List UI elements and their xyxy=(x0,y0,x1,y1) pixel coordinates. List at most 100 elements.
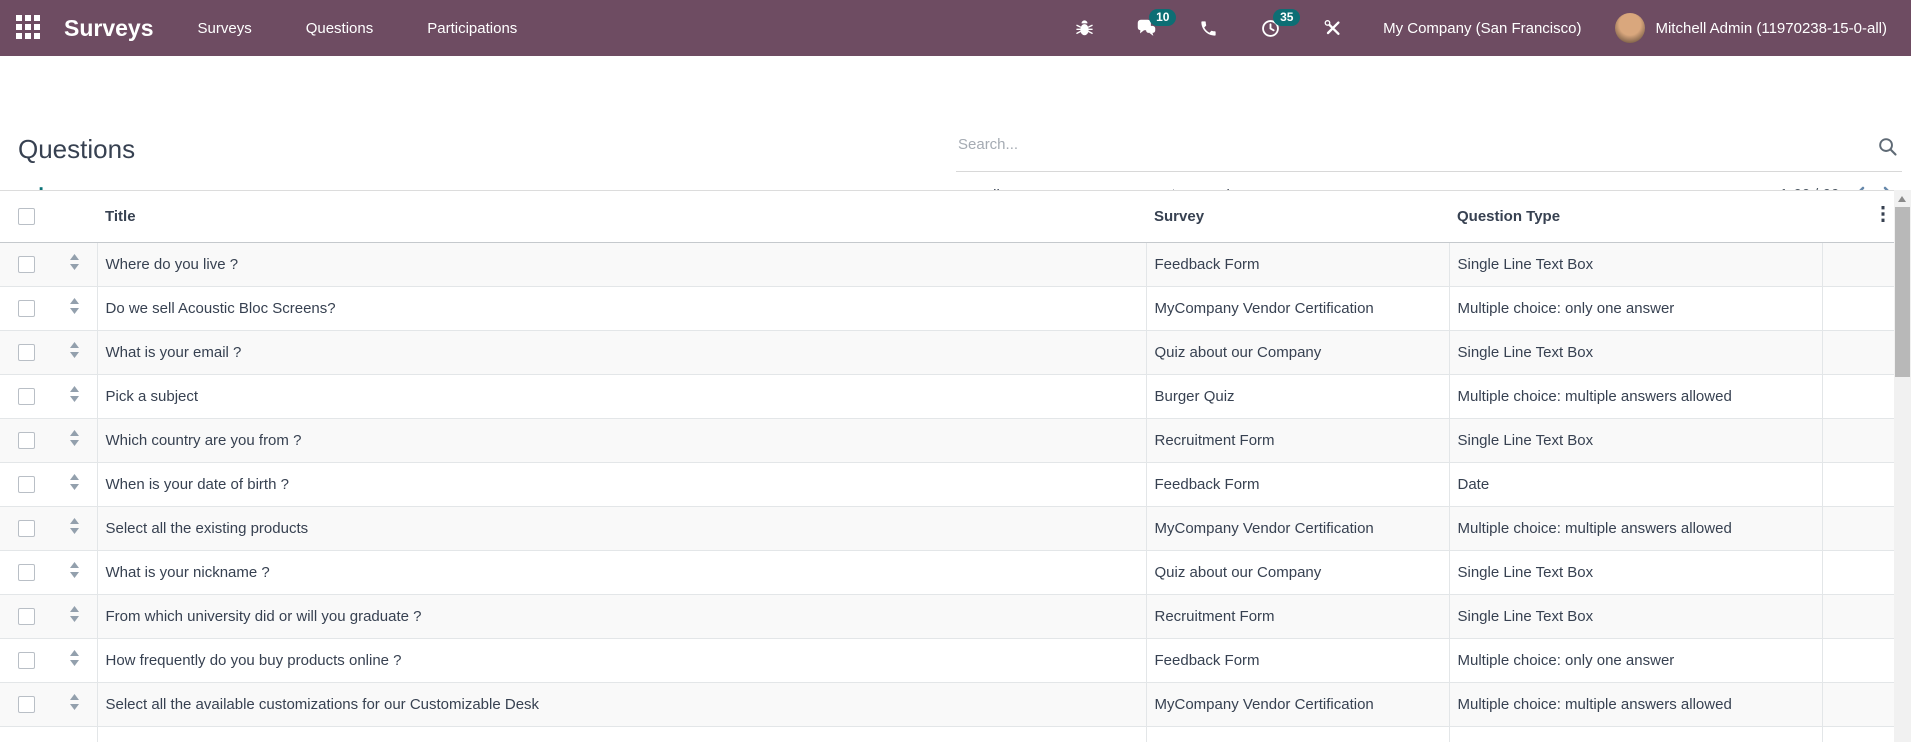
table-row[interactable]: Select all the available customizations … xyxy=(0,681,1894,726)
scrollbar-thumb[interactable] xyxy=(1895,207,1910,377)
table-row[interactable]: What is your email ? Quiz about our Comp… xyxy=(0,329,1894,374)
question-type[interactable]: Single Line Text Box xyxy=(1448,329,1822,374)
drag-handle-icon[interactable] xyxy=(69,650,80,666)
search-icon[interactable] xyxy=(1877,136,1898,162)
question-survey[interactable]: Recruitment Form xyxy=(1145,593,1449,638)
systray: 10 35 My Company (San Francisco) Mitchel… xyxy=(1033,8,1911,43)
column-header-survey[interactable]: Survey xyxy=(1146,191,1449,243)
question-type[interactable]: Multiple choice: multiple answers allowe… xyxy=(1448,505,1822,550)
question-title[interactable]: What is your nickname ? xyxy=(96,549,1146,594)
table-row[interactable]: Pick a subject Burger Quiz Multiple choi… xyxy=(0,373,1894,418)
question-survey[interactable]: Quiz about our Company xyxy=(1145,549,1449,594)
question-type[interactable]: Date xyxy=(1448,461,1822,506)
message-count-badge: 10 xyxy=(1149,8,1177,26)
row-checkbox[interactable] xyxy=(17,563,35,581)
question-title[interactable]: Which country are you from ? xyxy=(96,417,1146,462)
messages-button[interactable]: 10 xyxy=(1136,8,1177,39)
search-input[interactable] xyxy=(956,126,1902,171)
question-survey[interactable]: Feedback Form xyxy=(1145,241,1449,286)
navbar-left: Surveys Surveys Questions Participations xyxy=(0,15,519,42)
tools-button[interactable] xyxy=(1323,18,1343,38)
row-checkbox[interactable] xyxy=(17,651,35,669)
question-title[interactable]: When is your date of birth ? xyxy=(96,461,1146,506)
question-title[interactable]: Select all the existing products xyxy=(96,505,1146,550)
table-row[interactable]: Select all the existing products MyCompa… xyxy=(0,505,1894,550)
question-title[interactable]: Where do you live ? xyxy=(96,241,1146,286)
question-survey[interactable]: Feedback Form xyxy=(1145,461,1449,506)
drag-handle-icon[interactable] xyxy=(69,518,80,534)
row-checkbox[interactable] xyxy=(17,299,35,317)
control-panel: Questions Filters xyxy=(0,56,1911,204)
activity-count-badge: 35 xyxy=(1273,8,1301,26)
nav-item-participations[interactable]: Participations xyxy=(425,16,519,41)
column-header-question-type[interactable]: Question Type xyxy=(1449,191,1822,243)
avatar[interactable] xyxy=(1615,13,1646,43)
question-type[interactable]: Multiple choice: only one answer xyxy=(1448,637,1822,682)
table-header-row: Title Survey Question Type xyxy=(0,191,1894,243)
row-checkbox[interactable] xyxy=(17,519,35,537)
debug-bug-icon[interactable] xyxy=(1075,19,1094,38)
row-checkbox[interactable] xyxy=(17,695,35,713)
apps-menu-icon[interactable] xyxy=(16,15,42,41)
table-row[interactable]: Do we sell Acoustic Bloc Screens? MyComp… xyxy=(0,285,1894,330)
nav-item-surveys[interactable]: Surveys xyxy=(196,16,254,41)
app-brand[interactable]: Surveys xyxy=(64,15,154,42)
table-row[interactable]: How frequently do you buy products onlin… xyxy=(0,637,1894,682)
company-switcher[interactable]: My Company (San Francisco) xyxy=(1383,20,1581,37)
row-checkbox[interactable] xyxy=(17,387,35,405)
column-header-title[interactable]: Title xyxy=(97,191,1146,243)
drag-handle-icon[interactable] xyxy=(69,430,80,446)
table-row[interactable]: When is your date of birth ? Feedback Fo… xyxy=(0,461,1894,506)
voip-phone-button[interactable] xyxy=(1199,19,1218,38)
question-survey[interactable]: Feedback Form xyxy=(1145,637,1449,682)
drag-handle-icon[interactable] xyxy=(69,342,80,358)
drag-handle-icon[interactable] xyxy=(69,298,80,314)
drag-handle-icon[interactable] xyxy=(69,386,80,402)
nav-item-questions[interactable]: Questions xyxy=(304,16,376,41)
optional-columns-button[interactable] xyxy=(1822,191,1894,243)
question-type[interactable]: Single Line Text Box xyxy=(1448,593,1822,638)
question-type[interactable]: Single Line Text Box xyxy=(1448,241,1822,286)
question-title[interactable]: How frequently do you buy products onlin… xyxy=(96,637,1146,682)
question-type[interactable]: Multiple choice: multiple answers allowe… xyxy=(1448,373,1822,418)
question-survey[interactable]: MyCompany Vendor Certification xyxy=(1145,505,1449,550)
row-checkbox[interactable] xyxy=(17,431,35,449)
drag-handle-icon[interactable] xyxy=(69,254,80,270)
row-checkbox[interactable] xyxy=(17,475,35,493)
user-menu[interactable]: Mitchell Admin (11970238-15-0-all) xyxy=(1655,20,1887,37)
drag-handle-icon[interactable] xyxy=(69,562,80,578)
table-row[interactable]: What is your nickname ? Quiz about our C… xyxy=(0,549,1894,594)
question-title[interactable]: What is your email ? xyxy=(96,329,1146,374)
drag-handle-icon[interactable] xyxy=(69,694,80,710)
row-checkbox[interactable] xyxy=(17,255,35,273)
question-title[interactable]: Pick a subject xyxy=(96,373,1146,418)
select-all-checkbox[interactable] xyxy=(17,208,35,226)
scrollbar-up-icon[interactable] xyxy=(1898,196,1906,202)
row-checkbox[interactable] xyxy=(17,607,35,625)
question-survey[interactable]: Burger Quiz xyxy=(1145,373,1449,418)
question-survey[interactable]: Quiz about our Company xyxy=(1145,329,1449,374)
question-survey[interactable]: Recruitment Form xyxy=(1145,417,1449,462)
table-row[interactable]: Where do you live ? Feedback Form Single… xyxy=(0,241,1894,286)
question-title[interactable]: Select all the available customizations … xyxy=(96,681,1146,726)
vertical-scrollbar[interactable] xyxy=(1894,190,1911,742)
nav-menu: Surveys Questions Participations xyxy=(196,16,520,41)
phone-icon xyxy=(1201,20,1216,36)
bug-icon xyxy=(1076,19,1093,35)
question-survey[interactable]: MyCompany Vendor Certification xyxy=(1145,681,1449,726)
drag-handle-icon[interactable] xyxy=(69,474,80,490)
row-checkbox[interactable] xyxy=(17,343,35,361)
question-title[interactable]: From which university did or will you gr… xyxy=(96,593,1146,638)
question-type[interactable]: Single Line Text Box xyxy=(1448,549,1822,594)
drag-handle-icon[interactable] xyxy=(69,606,80,622)
table-row[interactable]: Which country are you from ? Recruitment… xyxy=(0,417,1894,462)
search-bar xyxy=(956,126,1902,172)
question-survey[interactable]: MyCompany Vendor Certification xyxy=(1145,285,1449,330)
question-type[interactable]: Single Line Text Box xyxy=(1448,417,1822,462)
question-title[interactable]: Do we sell Acoustic Bloc Screens? xyxy=(96,285,1146,330)
table-row-partial[interactable] xyxy=(0,725,1894,742)
table-row[interactable]: From which university did or will you gr… xyxy=(0,593,1894,638)
question-type[interactable]: Multiple choice: multiple answers allowe… xyxy=(1448,681,1822,726)
activities-button[interactable]: 35 xyxy=(1260,8,1301,39)
question-type[interactable]: Multiple choice: only one answer xyxy=(1448,285,1822,330)
